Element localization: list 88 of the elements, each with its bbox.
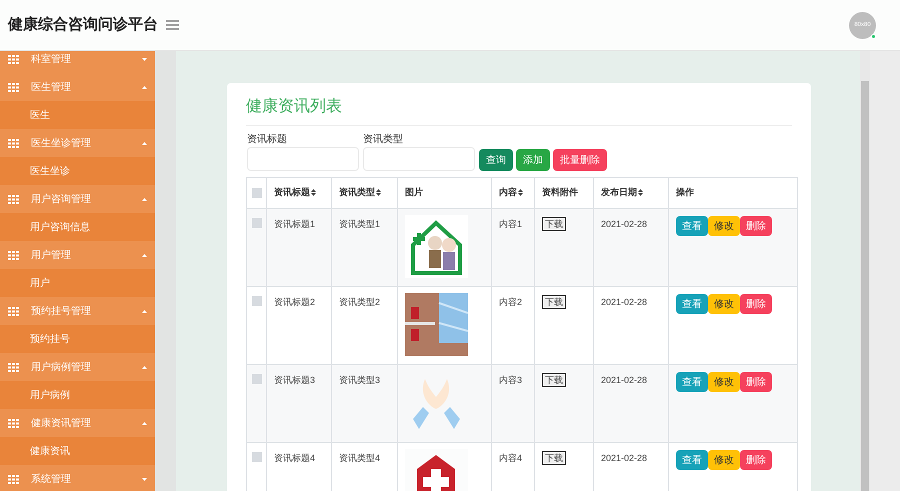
table-cell: 2021-02-28 bbox=[601, 297, 648, 307]
grid-icon bbox=[8, 82, 19, 92]
grid-icon bbox=[8, 362, 19, 372]
grid-icon bbox=[8, 306, 19, 316]
sidebar-item[interactable]: 用户咨询信息 bbox=[0, 213, 155, 241]
scrollbar[interactable] bbox=[860, 51, 870, 491]
row-action-button[interactable]: 删除 bbox=[740, 450, 772, 470]
sidebar-group[interactable]: 用户管理 bbox=[0, 241, 155, 269]
table-cell: 资讯标题3 bbox=[274, 375, 316, 385]
sort-icon bbox=[376, 189, 381, 196]
caret-up-icon bbox=[142, 310, 147, 312]
grid-icon bbox=[8, 54, 19, 64]
checkbox[interactable] bbox=[252, 218, 262, 228]
action-button[interactable]: 查询 bbox=[479, 149, 513, 171]
table-cell: 2021-02-28 bbox=[601, 219, 648, 229]
table-cell: 资讯类型3 bbox=[339, 375, 380, 385]
row-action-button[interactable]: 查看 bbox=[676, 450, 708, 470]
sidebar-item[interactable]: 健康资讯 bbox=[0, 437, 155, 465]
grid-icon bbox=[8, 138, 19, 148]
sidebar-group[interactable]: 医生管理 bbox=[0, 73, 155, 101]
app-title: 健康综合咨询问诊平台 bbox=[8, 14, 159, 35]
sidebar-item[interactable]: 预约挂号 bbox=[0, 325, 155, 353]
checkbox[interactable] bbox=[252, 188, 262, 198]
row-action-button[interactable]: 修改 bbox=[708, 216, 740, 236]
table-cell: 内容3 bbox=[499, 375, 522, 385]
table-cell: 2021-02-28 bbox=[601, 375, 648, 385]
table-cell: 资讯标题4 bbox=[274, 453, 316, 463]
caret-up-icon bbox=[142, 142, 147, 144]
caret-up-icon bbox=[142, 366, 147, 368]
sidebar-item[interactable]: 医生坐诊 bbox=[0, 157, 155, 185]
sidebar-group[interactable]: 医生坐诊管理 bbox=[0, 129, 155, 157]
row-action-button[interactable]: 查看 bbox=[676, 216, 708, 236]
sidebar-group[interactable]: 系统管理 bbox=[0, 465, 155, 491]
field-label: 资讯类型 bbox=[363, 133, 404, 147]
column-header: 操作 bbox=[668, 178, 798, 208]
sidebar-item[interactable]: 用户 bbox=[0, 269, 155, 297]
row-action-button[interactable]: 修改 bbox=[708, 372, 740, 392]
checkbox[interactable] bbox=[252, 296, 262, 306]
grid-icon bbox=[8, 418, 19, 428]
row-action-button[interactable]: 查看 bbox=[676, 372, 708, 392]
table-cell: 2021-02-28 bbox=[601, 453, 648, 463]
caret-up-icon bbox=[142, 86, 147, 88]
row-action-button[interactable]: 查看 bbox=[676, 294, 708, 314]
caret-up-icon bbox=[142, 254, 147, 256]
grid-icon bbox=[8, 250, 19, 260]
table-cell: 资讯类型4 bbox=[339, 453, 380, 463]
caret-up-icon bbox=[142, 422, 147, 424]
sidebar-group[interactable]: 健康资讯管理 bbox=[0, 409, 155, 437]
grid-icon bbox=[8, 474, 19, 484]
checkbox[interactable] bbox=[252, 452, 262, 462]
checkbox[interactable] bbox=[252, 374, 262, 384]
menu-icon[interactable] bbox=[166, 20, 179, 30]
row-action-button[interactable]: 修改 bbox=[708, 294, 740, 314]
page-title: 健康资讯列表 bbox=[246, 95, 792, 126]
sidebar-group[interactable]: 用户咨询管理 bbox=[0, 185, 155, 213]
grid-icon bbox=[8, 194, 19, 204]
download-button[interactable]: 下载 bbox=[542, 451, 566, 465]
column-header[interactable]: 发布日期 bbox=[594, 178, 668, 208]
row-action-button[interactable]: 删除 bbox=[740, 372, 772, 392]
sidebar-group[interactable]: 预约挂号管理 bbox=[0, 297, 155, 325]
table-cell: 资讯类型2 bbox=[339, 297, 380, 307]
table-cell: 内容2 bbox=[499, 297, 522, 307]
sidebar-group[interactable]: 科室管理 bbox=[0, 51, 155, 73]
caret-down-icon bbox=[142, 478, 147, 480]
sidebar-group[interactable]: 用户病例管理 bbox=[0, 353, 155, 381]
column-header[interactable]: 资讯类型 bbox=[332, 178, 398, 208]
sort-icon bbox=[638, 189, 643, 196]
sort-icon bbox=[518, 189, 523, 196]
sidebar-item[interactable]: 用户病例 bbox=[0, 381, 155, 409]
download-button[interactable]: 下载 bbox=[542, 373, 566, 387]
table-cell: 内容4 bbox=[499, 453, 522, 463]
action-button[interactable]: 添加 bbox=[516, 149, 550, 171]
action-button[interactable]: 批量删除 bbox=[553, 149, 607, 171]
table-cell: 资讯标题1 bbox=[274, 219, 316, 229]
field-label: 资讯标题 bbox=[247, 133, 288, 147]
sidebar-item[interactable]: 医生 bbox=[0, 101, 155, 129]
download-button[interactable]: 下载 bbox=[542, 217, 566, 231]
table-cell: 内容1 bbox=[499, 219, 522, 229]
caret-up-icon bbox=[142, 198, 147, 200]
sort-icon bbox=[311, 189, 316, 196]
table-cell: 资讯类型1 bbox=[339, 219, 380, 229]
row-action-button[interactable]: 修改 bbox=[708, 450, 740, 470]
download-button[interactable]: 下载 bbox=[542, 295, 566, 309]
row-action-button[interactable]: 删除 bbox=[740, 216, 772, 236]
row-action-button[interactable]: 删除 bbox=[740, 294, 772, 314]
column-header[interactable]: 资讯标题 bbox=[266, 178, 332, 208]
table-cell: 资讯标题2 bbox=[274, 297, 316, 307]
caret-down-icon bbox=[142, 58, 147, 60]
